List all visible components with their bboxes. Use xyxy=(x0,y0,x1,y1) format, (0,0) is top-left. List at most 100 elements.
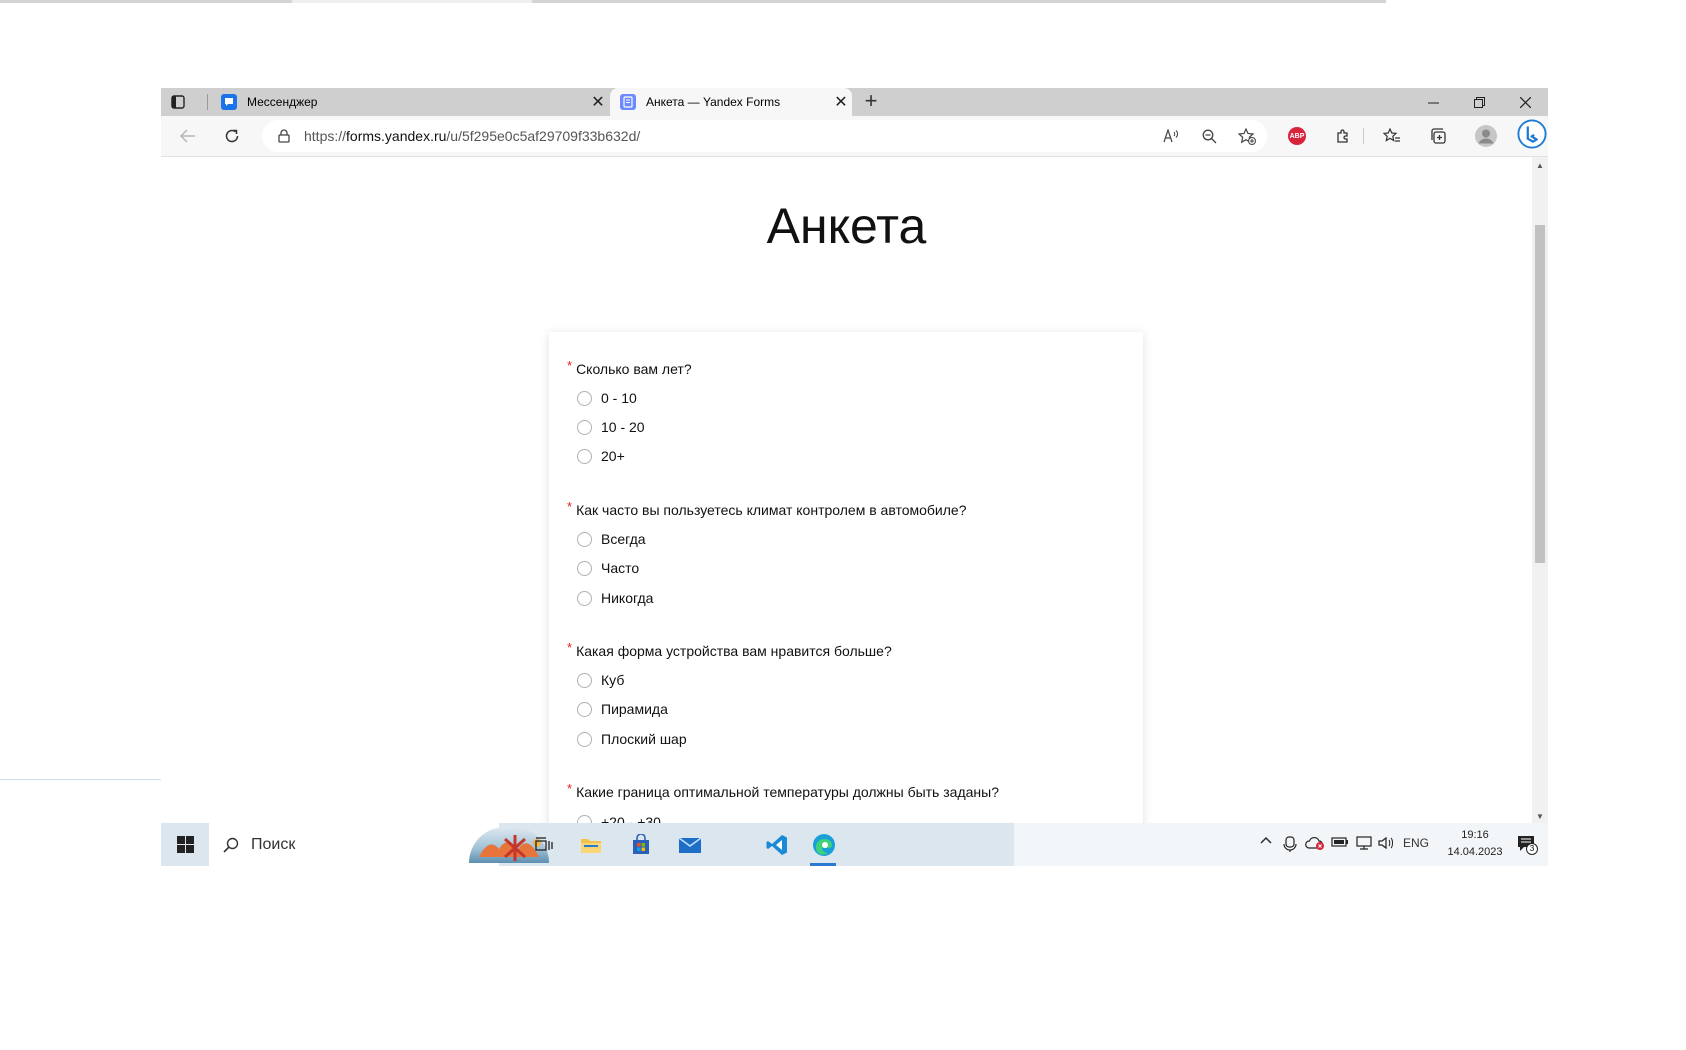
volume-icon[interactable] xyxy=(1378,836,1394,850)
clock-date: 14.04.2023 xyxy=(1447,846,1503,858)
refresh-button[interactable] xyxy=(217,122,247,150)
address-bar-actions xyxy=(1159,120,1259,152)
form-card: * Сколько вам лет? 0 - 10 10 - 20 20+ * Ка… xyxy=(549,332,1143,823)
radio-option[interactable]: Куб xyxy=(577,672,624,688)
bing-button[interactable] xyxy=(1517,119,1547,149)
back-button[interactable] xyxy=(173,122,203,150)
collections-icon xyxy=(1431,128,1446,144)
favorites-button[interactable] xyxy=(1377,122,1407,150)
puzzle-icon xyxy=(1337,129,1348,143)
close-tab-icon[interactable]: ✕ xyxy=(587,92,609,112)
tab-strip: Мессенджер ✕ Анкета — Yandex Forms ✕ + xyxy=(161,88,1548,116)
radio-button[interactable] xyxy=(577,672,592,688)
radio-option[interactable]: 0 - 10 xyxy=(577,390,637,406)
radio-option[interactable]: Всегда xyxy=(577,531,646,547)
close-tab-icon[interactable]: ✕ xyxy=(830,92,852,112)
restore-icon xyxy=(1473,96,1485,108)
tab-forms[interactable]: Анкета — Yandex Forms ✕ xyxy=(610,88,852,116)
battery-icon[interactable] xyxy=(1331,836,1349,848)
adblock-extension-button[interactable]: ABP xyxy=(1282,122,1312,150)
start-button[interactable] xyxy=(161,823,209,866)
store-icon xyxy=(633,834,649,854)
network-icon[interactable] xyxy=(1355,836,1373,850)
edge-button[interactable] xyxy=(810,831,838,859)
search-placeholder: Поиск xyxy=(251,835,296,853)
collections-button[interactable] xyxy=(1423,122,1453,150)
scroll-up-icon[interactable]: ▲ xyxy=(1535,161,1545,170)
top-edge-line xyxy=(0,0,1386,3)
new-tab-button[interactable]: + xyxy=(859,90,883,114)
task-view-icon xyxy=(535,837,553,851)
radio-button[interactable] xyxy=(577,560,592,576)
extensions-button[interactable] xyxy=(1328,122,1358,150)
notification-badge: 3 xyxy=(1526,843,1538,855)
option-label: +20 - +30 xyxy=(601,814,661,823)
required-mark: * xyxy=(567,640,573,655)
clock-time: 19:16 xyxy=(1461,829,1489,841)
option-label: Часто xyxy=(601,560,640,576)
meet-now-icon[interactable] xyxy=(1283,836,1297,852)
option-label: 10 - 20 xyxy=(601,419,645,435)
zoom-out-icon[interactable] xyxy=(1197,129,1221,144)
radio-option[interactable]: 10 - 20 xyxy=(577,419,645,435)
profile-button[interactable] xyxy=(1471,122,1501,150)
vertical-scrollbar[interactable]: ▲ ▼ xyxy=(1532,157,1548,823)
show-hidden-icons-button[interactable] xyxy=(1260,836,1272,844)
address-bar[interactable]: https://forms.yandex.ru/u/5f295e0c5af297… xyxy=(262,120,1267,152)
option-label: 0 - 10 xyxy=(601,390,637,406)
read-aloud-icon[interactable] xyxy=(1159,129,1183,143)
active-app-indicator xyxy=(810,863,836,866)
option-label: Всегда xyxy=(601,531,646,547)
search-icon xyxy=(223,837,239,853)
onedrive-error-icon[interactable] xyxy=(1305,836,1325,850)
radio-option[interactable]: Часто xyxy=(577,560,639,576)
radio-button[interactable] xyxy=(577,390,592,406)
scroll-down-icon[interactable]: ▼ xyxy=(1535,812,1545,821)
restore-button[interactable] xyxy=(1456,88,1502,116)
browser-toolbar: https://forms.yandex.ru/u/5f295e0c5af297… xyxy=(161,116,1548,157)
folder-icon xyxy=(581,839,601,853)
radio-button[interactable] xyxy=(577,419,592,435)
tab-separator xyxy=(207,94,208,110)
tab-messenger[interactable]: Мессенджер ✕ xyxy=(211,88,609,116)
forms-icon xyxy=(620,94,636,110)
radio-button[interactable] xyxy=(577,814,592,823)
notification-center-button[interactable]: 3 xyxy=(1516,833,1538,855)
favorites-icon xyxy=(1383,128,1400,142)
question-4: * Какие граница оптимальной температуры д… xyxy=(567,781,999,800)
option-label: Пирамида xyxy=(601,701,668,717)
taskbar-search[interactable]: Поиск xyxy=(209,823,549,866)
radio-button[interactable] xyxy=(577,731,592,747)
radio-button[interactable] xyxy=(577,531,592,547)
minimize-icon xyxy=(1427,102,1439,103)
chevron-up-icon xyxy=(1260,837,1272,844)
tab-actions-icon xyxy=(171,95,185,109)
store-button[interactable] xyxy=(627,831,655,859)
scrollbar-thumb[interactable] xyxy=(1535,225,1545,563)
minimize-button[interactable] xyxy=(1410,88,1456,116)
radio-option[interactable]: Пирамида xyxy=(577,701,668,717)
file-explorer-button[interactable] xyxy=(577,831,605,859)
input-language-indicator[interactable]: ENG xyxy=(1403,836,1429,850)
tab-actions-button[interactable] xyxy=(167,91,189,113)
messenger-icon xyxy=(221,94,237,110)
radio-option[interactable]: Плоский шар xyxy=(577,731,687,747)
add-favorite-icon[interactable] xyxy=(1235,127,1259,145)
close-window-button[interactable] xyxy=(1502,88,1548,116)
radio-button[interactable] xyxy=(577,701,592,717)
radio-button[interactable] xyxy=(577,590,592,606)
task-view-button[interactable] xyxy=(530,831,558,859)
avatar-icon xyxy=(1475,125,1497,147)
back-arrow-icon xyxy=(180,129,195,143)
radio-option[interactable]: 20+ xyxy=(577,448,625,464)
system-clock[interactable]: 19:16 14.04.2023 xyxy=(1440,827,1510,861)
vscode-icon xyxy=(766,835,787,855)
vscode-button[interactable] xyxy=(763,831,791,859)
radio-option[interactable]: +20 - +30 xyxy=(577,814,661,823)
taskbar: Поиск ENG 19:16 14.04.2023 3 xyxy=(161,823,1548,866)
radio-button[interactable] xyxy=(577,448,592,464)
radio-option[interactable]: Никогда xyxy=(577,590,653,606)
desktop-line xyxy=(0,779,161,780)
mail-button[interactable] xyxy=(676,831,704,859)
refresh-icon xyxy=(225,129,239,143)
